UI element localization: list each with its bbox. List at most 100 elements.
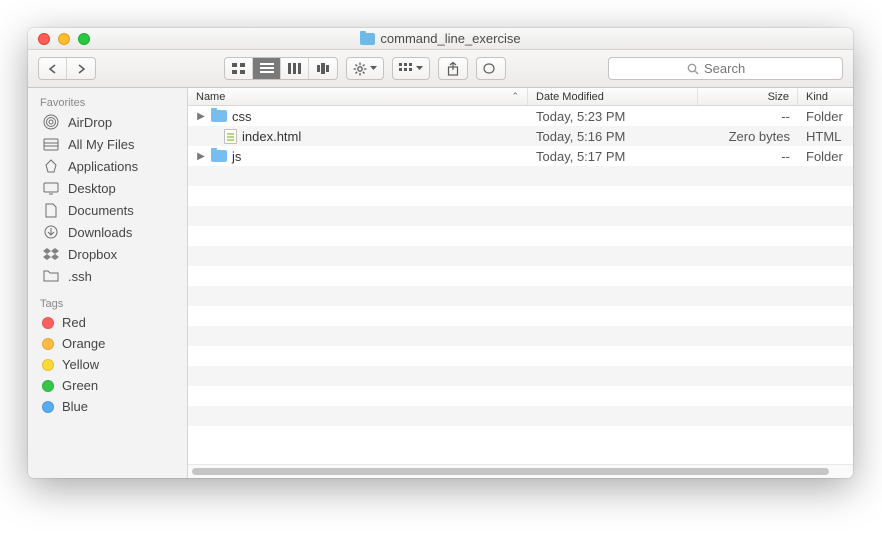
tag-icon bbox=[483, 63, 499, 74]
sidebar-item-label: Desktop bbox=[68, 181, 116, 196]
sidebar-item-dropbox[interactable]: Dropbox bbox=[28, 243, 187, 265]
minimize-button[interactable] bbox=[58, 33, 70, 45]
sidebar-tag-red[interactable]: Red bbox=[28, 312, 187, 333]
empty-row bbox=[188, 186, 853, 206]
sidebar-item-label: Blue bbox=[62, 399, 88, 414]
column-header-name[interactable]: Name ⌃ bbox=[188, 88, 528, 105]
forward-button[interactable] bbox=[67, 58, 95, 79]
close-button[interactable] bbox=[38, 33, 50, 45]
tag-dot-icon bbox=[42, 380, 54, 392]
sidebar-section-header: Favorites bbox=[28, 94, 187, 111]
file-icon bbox=[224, 129, 237, 144]
column-header-kind[interactable]: Kind bbox=[798, 88, 853, 105]
file-size: Zero bytes bbox=[698, 129, 798, 144]
list-view-button[interactable] bbox=[253, 58, 281, 79]
sidebar-tag-orange[interactable]: Orange bbox=[28, 333, 187, 354]
disclosure-triangle-icon[interactable]: ▶ bbox=[196, 111, 206, 122]
finder-window: command_line_exercise bbox=[28, 28, 853, 478]
allfiles-icon bbox=[42, 136, 60, 152]
arrange-menu-button[interactable] bbox=[392, 57, 430, 80]
file-date: Today, 5:17 PM bbox=[528, 149, 698, 164]
grid-icon bbox=[399, 63, 413, 74]
file-name: js bbox=[232, 149, 241, 164]
file-name: css bbox=[232, 109, 252, 124]
empty-row bbox=[188, 266, 853, 286]
icon-view-button[interactable] bbox=[225, 58, 253, 79]
sidebar-tag-green[interactable]: Green bbox=[28, 375, 187, 396]
folder-icon bbox=[211, 150, 227, 162]
empty-row bbox=[188, 166, 853, 186]
sidebar-item-downloads[interactable]: Downloads bbox=[28, 221, 187, 243]
dropbox-icon bbox=[42, 246, 60, 262]
sidebar-item-label: Downloads bbox=[68, 225, 132, 240]
sidebar-tag-blue[interactable]: Blue bbox=[28, 396, 187, 417]
file-date: Today, 5:16 PM bbox=[528, 129, 698, 144]
zoom-button[interactable] bbox=[78, 33, 90, 45]
sidebar: Favorites AirDrop All My Files Applicati… bbox=[28, 88, 188, 478]
folder-icon bbox=[211, 110, 227, 122]
file-date: Today, 5:23 PM bbox=[528, 109, 698, 124]
sidebar-item-label: Documents bbox=[68, 203, 134, 218]
sidebar-item-label: .ssh bbox=[68, 269, 92, 284]
sidebar-item-label: Dropbox bbox=[68, 247, 117, 262]
chevron-down-icon bbox=[370, 66, 377, 71]
empty-row bbox=[188, 226, 853, 246]
file-row[interactable]: ▶cssToday, 5:23 PM--Folder bbox=[188, 106, 853, 126]
empty-row bbox=[188, 406, 853, 426]
file-kind: HTML bbox=[798, 129, 853, 144]
desktop-icon bbox=[42, 180, 60, 196]
sidebar-section-header: Tags bbox=[28, 295, 187, 312]
file-rows: ▶ css Today, 5:23 PM -- Folder index.html Toda… bbox=[188, 106, 853, 464]
coverflow-view-button[interactable] bbox=[309, 58, 337, 79]
share-icon bbox=[447, 62, 459, 76]
sidebar-item-ssh[interactable]: .ssh bbox=[28, 265, 187, 287]
folder-icon bbox=[360, 33, 375, 45]
column-headers: Name ⌃ Date Modified Size Kind bbox=[188, 88, 853, 106]
horizontal-scrollbar[interactable] bbox=[188, 464, 853, 478]
airdrop-icon bbox=[42, 114, 60, 130]
tags-button[interactable] bbox=[476, 57, 506, 80]
file-list-pane: Name ⌃ Date Modified Size Kind ▶ css Today… bbox=[188, 88, 853, 478]
empty-row bbox=[188, 326, 853, 346]
empty-row bbox=[188, 346, 853, 366]
empty-row bbox=[188, 366, 853, 386]
search-icon bbox=[687, 63, 699, 75]
sidebar-item-airdrop[interactable]: AirDrop bbox=[28, 111, 187, 133]
tag-dot-icon bbox=[42, 317, 54, 329]
gear-icon bbox=[353, 62, 367, 76]
sidebar-item-applications[interactable]: Applications bbox=[28, 155, 187, 177]
file-kind: Folder bbox=[798, 109, 853, 124]
column-header-date[interactable]: Date Modified bbox=[528, 88, 698, 105]
sidebar-tag-yellow[interactable]: Yellow bbox=[28, 354, 187, 375]
column-view-button[interactable] bbox=[281, 58, 309, 79]
file-name: index.html bbox=[242, 129, 301, 144]
applications-icon bbox=[42, 158, 60, 174]
empty-row bbox=[188, 206, 853, 226]
sidebar-item-documents[interactable]: Documents bbox=[28, 199, 187, 221]
disclosure-triangle-icon[interactable]: ▶ bbox=[196, 151, 206, 162]
documents-icon bbox=[42, 202, 60, 218]
file-size: -- bbox=[698, 149, 798, 164]
sort-indicator-icon: ⌃ bbox=[511, 91, 519, 102]
sidebar-item-label: Red bbox=[62, 315, 86, 330]
back-button[interactable] bbox=[39, 58, 67, 79]
tag-dot-icon bbox=[42, 338, 54, 350]
window-title-text: command_line_exercise bbox=[380, 31, 520, 46]
action-menu-button[interactable] bbox=[346, 57, 384, 80]
search-field[interactable] bbox=[608, 57, 843, 80]
sidebar-item-allfiles[interactable]: All My Files bbox=[28, 133, 187, 155]
search-input[interactable] bbox=[704, 61, 764, 76]
sidebar-item-label: All My Files bbox=[68, 137, 134, 152]
sidebar-item-desktop[interactable]: Desktop bbox=[28, 177, 187, 199]
sidebar-item-label: Applications bbox=[68, 159, 138, 174]
file-row[interactable]: index.html Today, 5:16 PMZero bytesHTML bbox=[188, 126, 853, 146]
view-mode-buttons bbox=[224, 57, 338, 80]
share-button[interactable] bbox=[438, 57, 468, 80]
column-header-size[interactable]: Size bbox=[698, 88, 798, 105]
titlebar: command_line_exercise bbox=[28, 28, 853, 50]
downloads-icon bbox=[42, 224, 60, 240]
scrollbar-thumb[interactable] bbox=[192, 468, 829, 475]
sidebar-item-label: AirDrop bbox=[68, 115, 112, 130]
sidebar-item-label: Yellow bbox=[62, 357, 99, 372]
file-row[interactable]: ▶jsToday, 5:17 PM--Folder bbox=[188, 146, 853, 166]
